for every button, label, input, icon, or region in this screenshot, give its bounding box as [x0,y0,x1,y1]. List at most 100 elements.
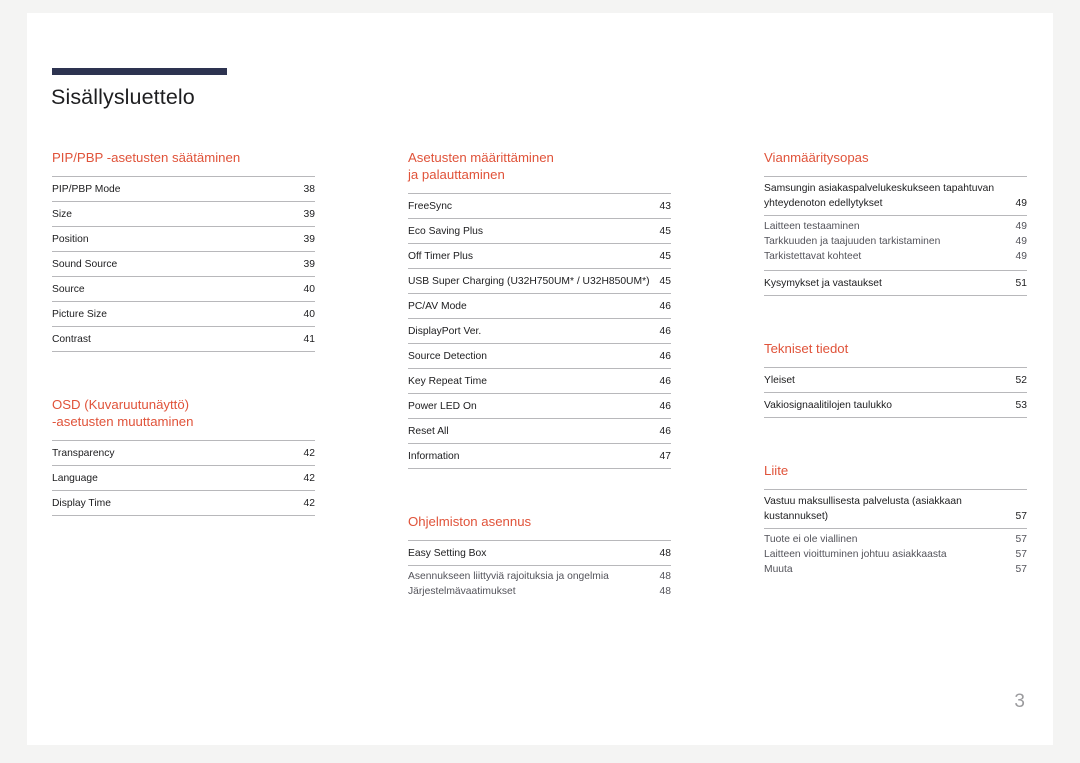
toc-entry[interactable]: Information 47 [408,444,671,469]
toc-entry-label: Language [52,472,98,484]
toc-entry-page: 45 [659,225,671,237]
toc-entry-page: 48 [659,547,671,559]
toc-entry-label: Source Detection [408,350,487,362]
toc-entry[interactable]: Samsungin asiakaspalvelukeskukseen tapah… [764,177,1027,216]
toc-entry-page: 57 [1015,549,1027,560]
toc-section: PIP/PBP -asetusten säätäminen PIP/PBP Mod… [52,149,315,352]
toc-entry[interactable]: Vastuu maksullisesta palvelusta (asiakka… [764,490,1027,529]
toc-entry[interactable]: FreeSync 43 [408,194,671,219]
toc-entry-label: Tarkkuuden ja taajuuden tarkistaminen [764,236,941,247]
toc-entry-page: 53 [1015,399,1027,411]
toc-entry-page: 46 [659,375,671,387]
toc-section: OSD (Kuvaruutunäyttö) -asetusten muuttami… [52,396,315,516]
toc-entry[interactable]: DisplayPort Ver. 46 [408,319,671,344]
toc-entry-page: 48 [659,571,671,582]
toc-entry[interactable]: Sound Source 39 [52,252,315,277]
toc-entry-page: 46 [659,300,671,312]
toc-entry[interactable]: Laitteen testaaminen 49 [764,216,1027,234]
toc-entry-page: 41 [303,333,315,345]
toc-entry-page: 40 [303,283,315,295]
toc-entry[interactable]: Picture Size 40 [52,302,315,327]
toc-entry-list: Transparency 42 Language 42 Display Time 42 [52,440,315,516]
toc-entry-page: 47 [659,450,671,462]
toc-entry[interactable]: Size 39 [52,202,315,227]
toc-entry[interactable]: PC/AV Mode 46 [408,294,671,319]
toc-column: Asetusten määrittäminen ja palauttaminen F… [408,149,671,627]
toc-entry-page: 49 [1015,236,1027,247]
toc-entry-label: DisplayPort Ver. [408,325,482,337]
toc-entry[interactable]: Eco Saving Plus 45 [408,219,671,244]
toc-section-title: Asetusten määrittäminen ja palauttaminen [408,150,554,182]
toc-entry-page: 52 [1015,374,1027,386]
toc-column: Vianmääritysopas Samsungin asiakaspalvelu… [764,149,1027,627]
toc-entry-label: Tarkistettavat kohteet [764,251,862,262]
toc-entry[interactable]: Off Timer Plus 45 [408,244,671,269]
toc-entry[interactable]: Display Time 42 [52,491,315,516]
toc-entry-page: 39 [303,258,315,270]
toc-entry[interactable]: Yleiset 52 [764,368,1027,393]
toc-section-title: Ohjelmiston asennus [408,514,532,529]
toc-entry[interactable]: Transparency 42 [52,441,315,466]
toc-entry-label: Transparency [52,447,115,459]
toc-columns: PIP/PBP -asetusten säätäminen PIP/PBP Mod… [52,149,1027,627]
toc-entry[interactable]: PIP/PBP Mode 38 [52,177,315,202]
toc-entry-label: Kysymykset ja vastaukset [764,277,882,289]
toc-entry[interactable]: USB Super Charging (U32H750UM* / U32H850… [408,269,671,294]
toc-entry-page: 57 [1015,510,1027,522]
toc-entry[interactable]: Järjestelmävaatimukset 48 [408,584,671,599]
page-title: Sisällysluettelo [51,85,195,109]
toc-section: Tekniset tiedot Yleiset 52 Vakiosignaalitil… [764,340,1027,418]
toc-entry-page: 48 [659,586,671,597]
toc-section-title: Vianmääritysopas [764,150,869,165]
page-number: 3 [1014,691,1025,712]
toc-entry-label: Samsungin asiakaspalvelukeskukseen tapah… [764,183,995,209]
toc-entry-label: Vakiosignaalitilojen taulukko [764,399,893,411]
toc-entry-list: Samsungin asiakaspalvelukeskukseen tapah… [764,176,1027,296]
toc-entry[interactable]: Muuta 57 [764,562,1027,577]
toc-entry-page: 57 [1015,534,1027,545]
toc-entry-label: Easy Setting Box [408,547,487,559]
toc-entry-label: Position [52,233,89,245]
toc-entry[interactable]: Kysymykset ja vastaukset 51 [764,270,1027,296]
title-accent-rule [52,68,227,75]
toc-entry-page: 49 [1015,221,1027,232]
toc-entry[interactable]: Language 42 [52,466,315,491]
toc-entry-list: Easy Setting Box 48 Asennukseen liittyviä … [408,540,671,599]
toc-entry-list: PIP/PBP Mode 38 Size 39 Position 39 Sound Sour… [52,176,315,352]
toc-entry[interactable]: Reset All 46 [408,419,671,444]
toc-entry-page: 38 [303,183,315,195]
toc-entry[interactable]: Source Detection 46 [408,344,671,369]
toc-section-title: Liite [764,463,789,478]
toc-entry-label: Tuote ei ole viallinen [764,534,858,545]
toc-entry[interactable]: Tarkkuuden ja taajuuden tarkistaminen 49 [764,234,1027,249]
toc-entry-page: 46 [659,400,671,412]
toc-section: Liite Vastuu maksullisesta palvelusta (as… [764,462,1027,577]
toc-entry-page: 51 [1015,277,1027,289]
toc-entry[interactable]: Power LED On 46 [408,394,671,419]
toc-entry-label: Eco Saving Plus [408,225,483,237]
toc-entry[interactable]: Contrast 41 [52,327,315,352]
toc-entry[interactable]: Position 39 [52,227,315,252]
toc-entry[interactable]: Key Repeat Time 46 [408,369,671,394]
toc-entry-label: Vastuu maksullisesta palvelusta (asiakka… [764,496,962,522]
toc-entry-label: Information [408,450,460,462]
toc-entry[interactable]: Asennukseen liittyviä rajoituksia ja ong… [408,566,671,584]
toc-entry-label: Asennukseen liittyviä rajoituksia ja ong… [408,571,609,582]
toc-entry-label: Off Timer Plus [408,250,474,262]
toc-entry-label: PIP/PBP Mode [52,183,121,195]
toc-entry-list: Yleiset 52 Vakiosignaalitilojen taulukko 53 [764,367,1027,418]
toc-section-title: PIP/PBP -asetusten säätäminen [52,150,241,165]
toc-entry-page: 42 [303,447,315,459]
toc-entry[interactable]: Source 40 [52,277,315,302]
toc-section-title: OSD (Kuvaruutunäyttö) -asetusten muuttami… [52,397,194,429]
toc-section: Vianmääritysopas Samsungin asiakaspalvelu… [764,149,1027,296]
toc-entry-label: Contrast [52,333,91,345]
toc-entry[interactable]: Tarkistettavat kohteet 49 [764,249,1027,264]
toc-entry[interactable]: Easy Setting Box 48 [408,541,671,566]
toc-entry-label: Reset All [408,425,449,437]
toc-entry-label: Muuta [764,564,793,575]
toc-entry-label: Sound Source [52,258,118,270]
toc-entry[interactable]: Tuote ei ole viallinen 57 [764,529,1027,547]
toc-entry[interactable]: Vakiosignaalitilojen taulukko 53 [764,393,1027,418]
toc-entry[interactable]: Laitteen vioittuminen johtuu asiakkaasta… [764,547,1027,562]
